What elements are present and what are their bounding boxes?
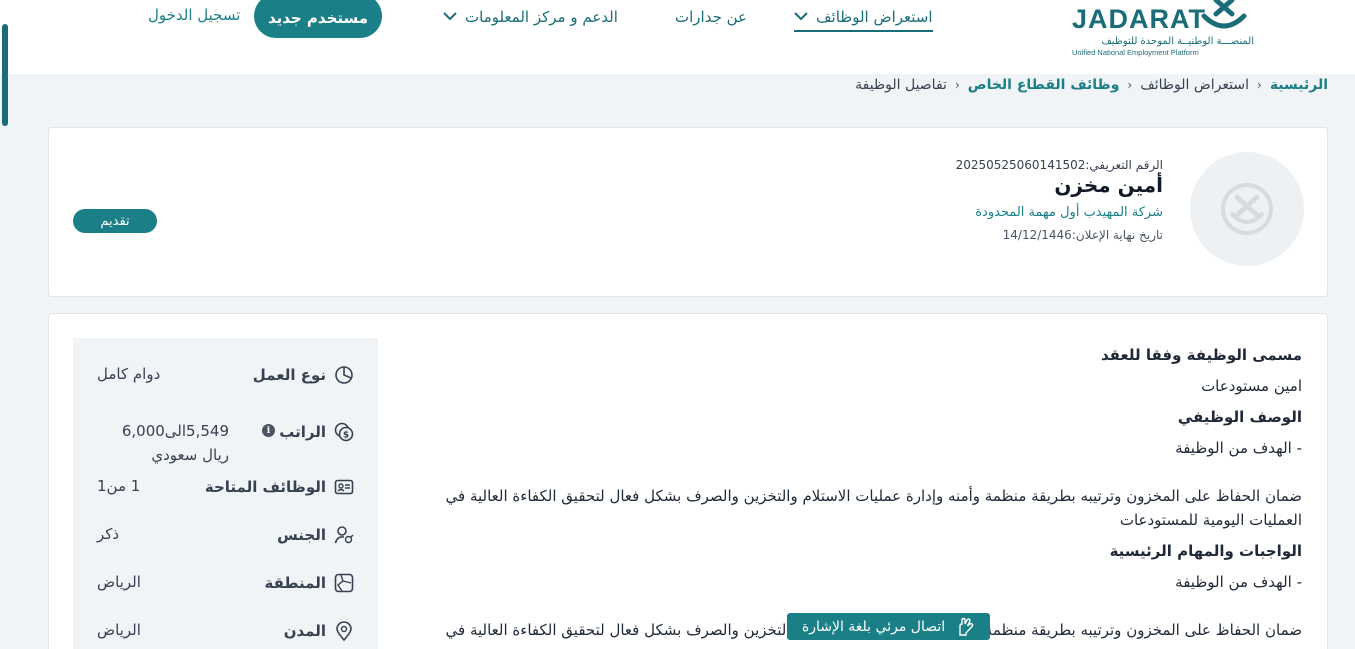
deadline-label: تاريخ نهاية الإعلان: [1071, 228, 1163, 242]
salary-value: 5,549الى6,000 ريال سعودي [121, 422, 229, 464]
breadcrumb-separator-icon: ‹ [1257, 78, 1262, 92]
logo-arabic-name: المنصـــة الوطنيــة الموحدة للتوظيف [1101, 36, 1255, 47]
deadline-value: 14/12/1446 [1002, 228, 1072, 242]
ref-label: الرقم التعريفي: [1085, 158, 1163, 172]
info-label: المدن [284, 621, 354, 641]
job-title: أمين مخزن [1054, 173, 1163, 197]
work-type-label: نوع العمل [252, 366, 326, 384]
logo-wordmark: JADARAT [1072, 4, 1206, 34]
page-scrollbar-thumb[interactable] [2, 24, 8, 126]
breadcrumb-home[interactable]: الرئيسية [1270, 77, 1328, 93]
company-avatar [1190, 152, 1304, 266]
job-meta: الرقم التعريفي:20250525060141502 أمين مخ… [956, 158, 1163, 242]
hand-sign-icon [959, 617, 974, 636]
breadcrumb-private-sector[interactable]: وظائف القطاع الخاص [968, 77, 1120, 93]
palm-emblem-icon [1201, 0, 1247, 29]
duties-lead: - الهدف من الوظيفة [1175, 573, 1302, 591]
info-label: الجنس [277, 525, 354, 545]
region-value: الرياض [97, 573, 141, 591]
job-summary-card: الرقم التعريفي:20250525060141502 أمين مخ… [48, 127, 1328, 297]
breadcrumb-separator-icon: ‹ [954, 78, 960, 92]
id-card-icon [334, 479, 354, 495]
job-desc-heading: الوصف الوظيفي [1177, 408, 1302, 426]
breadcrumb: الرئيسية ‹ استعراض الوظائف ‹ وظائف القطا… [855, 74, 1328, 96]
duties-heading: الواجبات والمهام الرئيسية [1109, 542, 1302, 560]
sign-language-call-button[interactable]: اتصال مرئي بلغة الإشارة [787, 613, 990, 640]
jadarat-logo[interactable]: JADARAT المنصـــة الوطنيــة الموحدة للتو… [1068, 0, 1258, 62]
pie-chart-icon [335, 366, 353, 384]
company-placeholder-icon [1221, 183, 1273, 235]
contract-title-value: امين مستودعات [1201, 377, 1302, 395]
job-desc-body: ضمان الحفاظ على المخزون وترتيبه بطريقة م… [445, 487, 1302, 529]
svg-text:$: $ [343, 431, 349, 441]
salary-label: الراتب [279, 423, 326, 441]
cities-label: المدن [283, 622, 326, 640]
sign-language-label: اتصال مرئي بلغة الإشارة [801, 618, 946, 635]
region-map-icon [334, 573, 354, 593]
chevron-down-icon [443, 10, 457, 25]
info-label: $ الراتب [279, 422, 354, 442]
job-reference: الرقم التعريفي:20250525060141502 [956, 158, 1163, 172]
job-info-panel: نوع العمل دوام كامل $ الراتب i 5,549الى6… [73, 338, 378, 649]
chevron-down-icon [794, 10, 808, 25]
nav-support-center[interactable]: الدعم و مركز المعلومات [443, 6, 618, 28]
nav-browse-jobs-label: استعراض الوظائف [816, 8, 933, 26]
apply-button[interactable]: تقديم [73, 209, 157, 233]
gender-label: الجنس [277, 526, 326, 544]
location-pin-icon [336, 621, 352, 641]
money-icon: $ [334, 422, 354, 442]
info-label: المنطقة [265, 573, 354, 593]
info-icon[interactable]: i [262, 424, 275, 437]
gender-value: ذكر [97, 525, 120, 543]
nav-support-label: الدعم و مركز المعلومات [465, 8, 618, 26]
nav-about-label: عن جدارات [675, 8, 747, 26]
ref-value: 20250525060141502 [955, 158, 1086, 172]
job-deadline: تاريخ نهاية الإعلان:14/12/1446 [956, 228, 1163, 242]
breadcrumb-current: تفاصيل الوظيفة [855, 77, 947, 93]
job-description: مسمى الوظيفة وفقا للعقد امين مستودعات ال… [422, 346, 1302, 649]
nav-browse-jobs[interactable]: استعراض الوظائف [794, 6, 933, 32]
breadcrumb-separator-icon: ‹ [1127, 78, 1133, 92]
work-type-value: دوام كامل [97, 365, 161, 383]
info-label: الوظائف المتاحة [205, 477, 354, 497]
company-name-link[interactable]: شركة المهيدب أول مهمة المحدودة [956, 205, 1163, 220]
breadcrumb-browse-jobs[interactable]: استعراض الوظائف [1140, 77, 1249, 93]
cities-value: الرياض [97, 621, 141, 639]
region-label: المنطقة [264, 574, 326, 592]
contract-title-heading: مسمى الوظيفة وفقا للعقد [1100, 346, 1302, 364]
login-link[interactable]: تسجيل الدخول [148, 6, 240, 26]
site-header: JADARAT المنصـــة الوطنيــة الموحدة للتو… [0, 0, 1355, 74]
user-gender-icon [334, 526, 354, 544]
available-jobs-label: الوظائف المتاحة [204, 478, 326, 496]
info-label: نوع العمل [253, 365, 354, 385]
job-details-card: نوع العمل دوام كامل $ الراتب i 5,549الى6… [48, 313, 1328, 649]
new-user-button[interactable]: مستخدم جديد [254, 0, 382, 38]
logo-english-name: Unified National Employment Platform [1072, 48, 1199, 57]
available-jobs-value: 1 من1 [97, 477, 141, 495]
job-desc-lead: - الهدف من الوظيفة [1175, 439, 1302, 457]
nav-about-jadarat[interactable]: عن جدارات [675, 6, 747, 28]
